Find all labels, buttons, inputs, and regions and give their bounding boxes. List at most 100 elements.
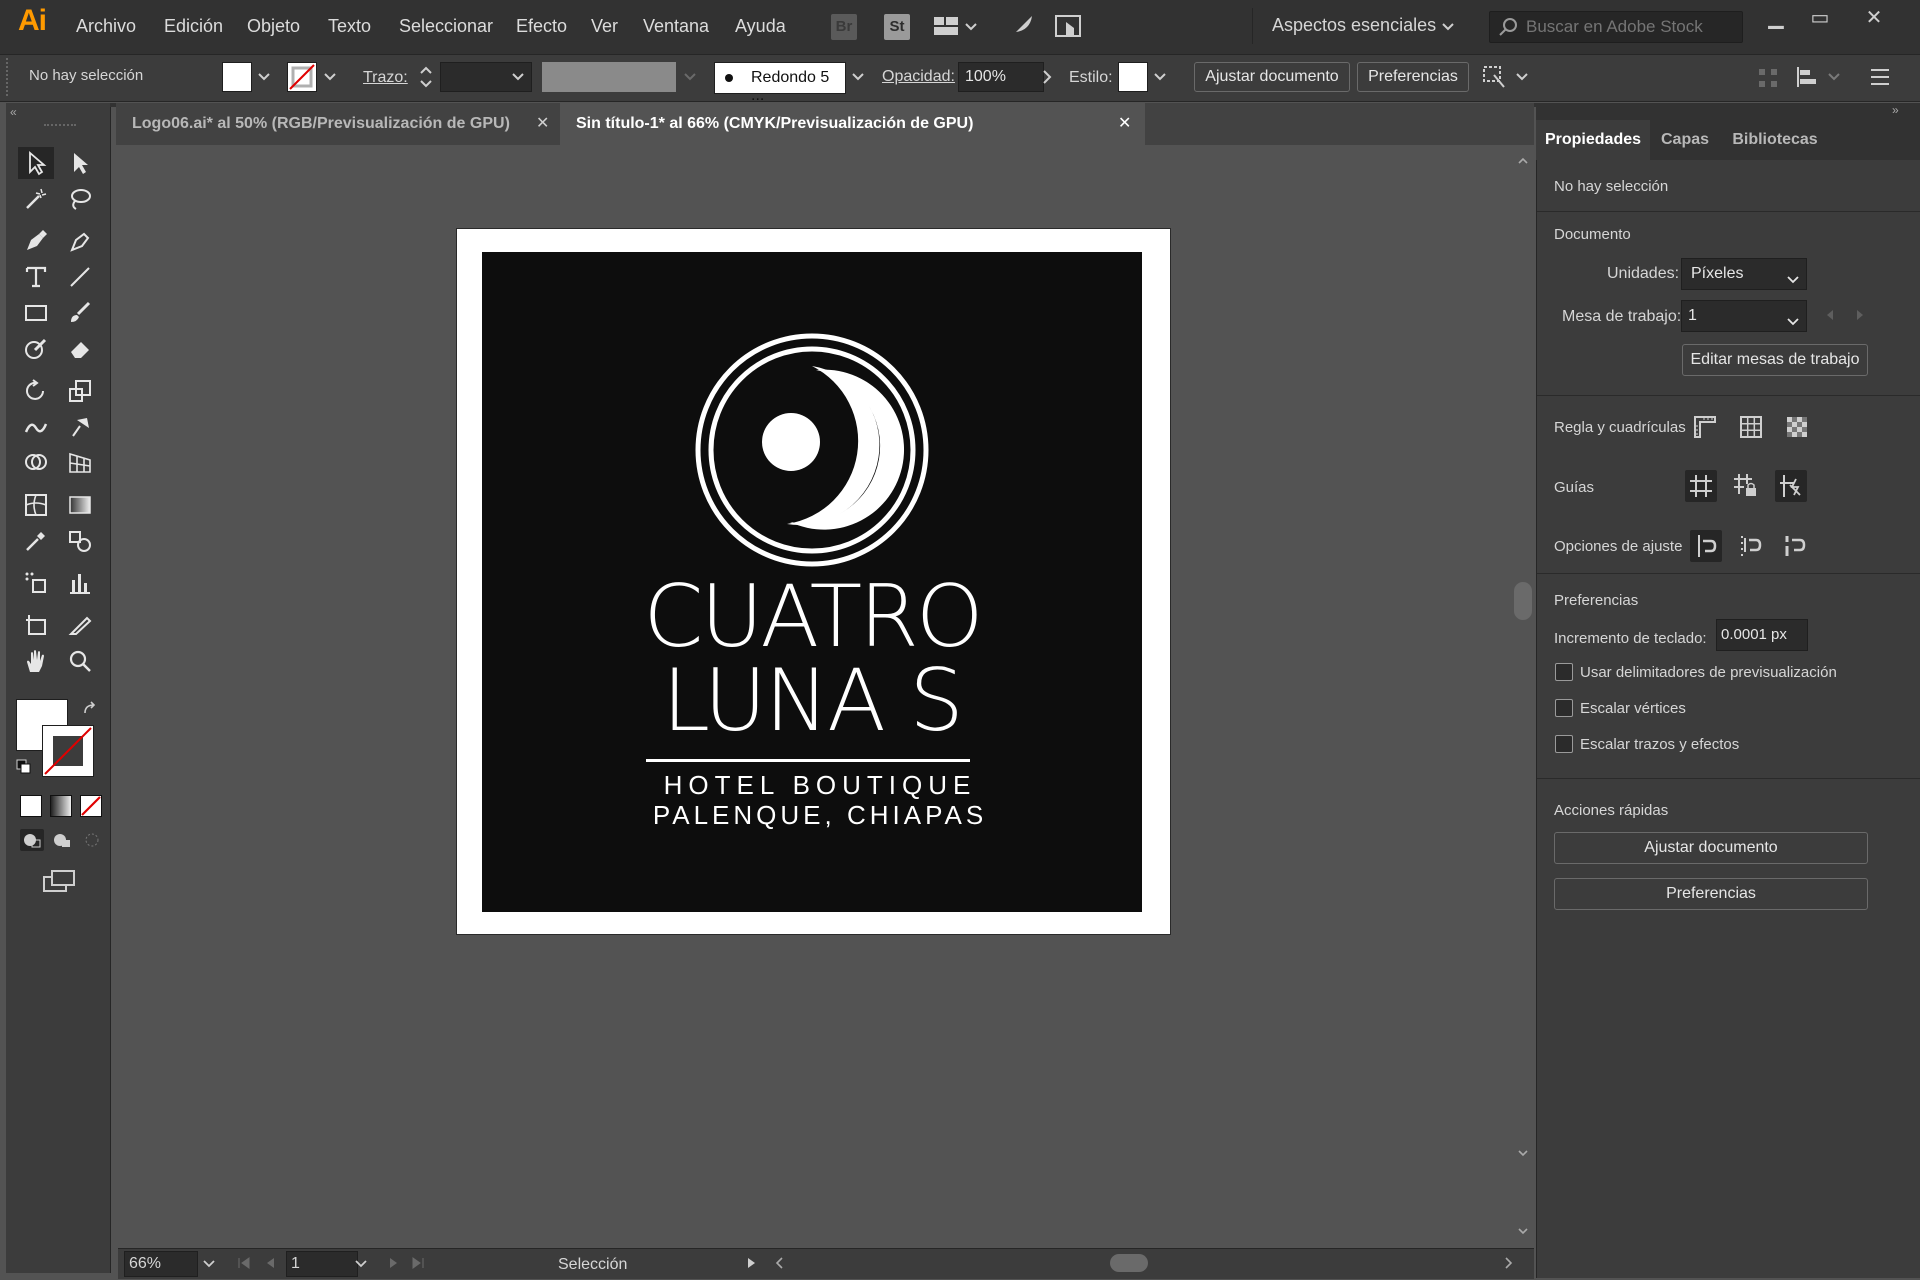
moon-emblem[interactable] xyxy=(692,330,932,570)
vertical-scrollbar[interactable] xyxy=(1512,146,1534,1248)
magic-wand-tool[interactable] xyxy=(18,183,54,215)
type-tool[interactable] xyxy=(18,261,54,293)
chevron-down-icon[interactable] xyxy=(202,1257,216,1269)
curvature-tool[interactable] xyxy=(62,225,98,257)
stock-search-input[interactable] xyxy=(1526,16,1731,38)
shaper-tool[interactable] xyxy=(18,333,54,365)
touch-workspace-icon[interactable] xyxy=(1054,12,1084,42)
stroke-swatch[interactable] xyxy=(287,62,317,92)
maximize-button[interactable]: ▭ xyxy=(1798,4,1842,32)
menu-ventana[interactable]: Ventana xyxy=(643,16,709,37)
ruler-icon[interactable] xyxy=(1690,412,1720,442)
panel-menu-icon[interactable] xyxy=(1868,66,1892,88)
keyboard-increment-field[interactable]: 0.0001 px xyxy=(1716,619,1808,651)
collapse-panel-icon[interactable]: » xyxy=(1892,103,1899,117)
snap-to-point-icon[interactable] xyxy=(1690,530,1722,562)
preferences-button[interactable]: Preferencias xyxy=(1357,62,1469,92)
eyedropper-tool[interactable] xyxy=(18,525,54,557)
previous-artboard-icon[interactable] xyxy=(264,1256,276,1270)
toolbox-grip[interactable] xyxy=(44,124,76,130)
screen-mode-icon[interactable] xyxy=(42,867,78,895)
chevron-right-icon[interactable] xyxy=(1502,1256,1514,1270)
chevron-down-icon[interactable] xyxy=(1152,70,1168,84)
chevron-down-icon[interactable] xyxy=(1514,70,1530,84)
line-segment-tool[interactable] xyxy=(62,261,98,293)
preview-bounds-checkbox[interactable] xyxy=(1555,663,1573,681)
width-tool[interactable] xyxy=(18,411,54,443)
puppet-warp-tool[interactable] xyxy=(62,411,98,443)
chevron-down-icon[interactable] xyxy=(322,70,338,84)
show-guides-icon[interactable] xyxy=(1685,470,1717,502)
draw-normal-icon[interactable] xyxy=(20,829,44,851)
zoom-field[interactable]: 66% xyxy=(124,1251,198,1277)
edit-artboards-button[interactable]: Editar mesas de trabajo xyxy=(1682,344,1868,376)
close-tab-icon[interactable]: ✕ xyxy=(1118,103,1131,145)
tab-logo06[interactable]: Logo06.ai* al 50% (RGB/Previsualización … xyxy=(116,103,560,145)
chevron-down-icon[interactable] xyxy=(682,70,698,84)
artboard-number-field[interactable]: 1 xyxy=(286,1251,358,1277)
snap-to-pixel-icon[interactable] xyxy=(1736,530,1766,560)
vertical-scroll-thumb[interactable] xyxy=(1514,582,1532,620)
chevron-down-icon[interactable] xyxy=(850,70,866,84)
rotate-tool[interactable] xyxy=(18,375,54,407)
stock-search[interactable] xyxy=(1489,11,1743,43)
menu-seleccionar[interactable]: Seleccionar xyxy=(399,16,493,37)
eraser-tool[interactable] xyxy=(62,333,98,365)
transform-grid-icon[interactable] xyxy=(1756,66,1780,90)
menu-edicion[interactable]: Edición xyxy=(164,16,223,37)
none-mode-icon[interactable] xyxy=(80,795,102,817)
horizontal-scrollbar[interactable] xyxy=(774,1252,1534,1274)
next-artboard-icon[interactable] xyxy=(1854,308,1866,322)
perspective-grid-tool[interactable] xyxy=(62,447,98,479)
pen-tool[interactable] xyxy=(18,225,54,257)
menu-ver[interactable]: Ver xyxy=(591,16,618,37)
close-window-button[interactable]: ✕ xyxy=(1852,4,1896,32)
color-mode-icon[interactable] xyxy=(20,795,42,817)
chevron-left-icon[interactable] xyxy=(774,1256,786,1270)
tab-sin-titulo[interactable]: Sin título-1* al 66% (CMYK/Previsualizac… xyxy=(560,103,1145,145)
scale-strokes-checkbox[interactable] xyxy=(1555,735,1573,753)
chevron-down-icon[interactable] xyxy=(1786,309,1800,326)
artboard-tool[interactable] xyxy=(18,609,54,641)
chevron-down-icon[interactable] xyxy=(1826,70,1842,84)
bridge-icon[interactable]: Br xyxy=(831,14,857,40)
chevron-down-icon[interactable] xyxy=(1440,20,1456,34)
status-menu-arrow-icon[interactable] xyxy=(746,1256,758,1270)
chevron-down-icon[interactable] xyxy=(354,1257,368,1269)
horizontal-scroll-thumb[interactable] xyxy=(1110,1254,1148,1272)
chevron-down-icon[interactable] xyxy=(1786,267,1800,284)
minimize-button[interactable]: ▁ xyxy=(1754,4,1798,32)
menu-objeto[interactable]: Objeto xyxy=(247,16,300,37)
lock-guides-icon[interactable] xyxy=(1730,470,1760,500)
transparency-grid-icon[interactable] xyxy=(1782,412,1812,442)
artboard-dropdown[interactable]: 1 xyxy=(1681,300,1807,332)
stock-icon[interactable]: St xyxy=(884,14,910,40)
variable-width-profile[interactable] xyxy=(542,62,676,92)
opacity-field[interactable]: 100% xyxy=(958,62,1044,92)
blend-tool[interactable] xyxy=(62,525,98,557)
chevron-down-icon[interactable] xyxy=(510,70,526,84)
scale-corners-checkbox[interactable] xyxy=(1555,699,1573,717)
gradient-tool[interactable] xyxy=(62,489,98,521)
first-artboard-icon[interactable] xyxy=(236,1256,252,1270)
arrange-documents-icon[interactable] xyxy=(932,14,980,40)
tab-capas[interactable]: Capas xyxy=(1650,120,1720,160)
shape-builder-tool[interactable] xyxy=(18,447,54,479)
next-artboard-icon[interactable] xyxy=(388,1256,400,1270)
brush-definition[interactable]: Redondo 5 ... xyxy=(714,62,846,104)
feather-icon[interactable] xyxy=(1006,12,1036,42)
direct-selection-tool[interactable] xyxy=(62,147,98,179)
slice-tool[interactable] xyxy=(62,609,98,641)
rectangle-tool[interactable] xyxy=(18,297,54,329)
hand-tool[interactable] xyxy=(18,645,54,677)
column-graph-tool[interactable] xyxy=(62,567,98,599)
menu-texto[interactable]: Texto xyxy=(328,16,371,37)
chevron-down-icon[interactable] xyxy=(256,70,272,84)
stroke-color-swatch[interactable] xyxy=(42,725,94,777)
grid-icon[interactable] xyxy=(1736,412,1766,442)
adjust-document-button[interactable]: Ajustar documento xyxy=(1194,62,1350,92)
scale-tool[interactable] xyxy=(62,375,98,407)
tab-bibliotecas[interactable]: Bibliotecas xyxy=(1720,120,1830,160)
chevron-right-icon[interactable] xyxy=(1040,68,1054,86)
swap-fill-stroke-icon[interactable] xyxy=(82,701,100,717)
